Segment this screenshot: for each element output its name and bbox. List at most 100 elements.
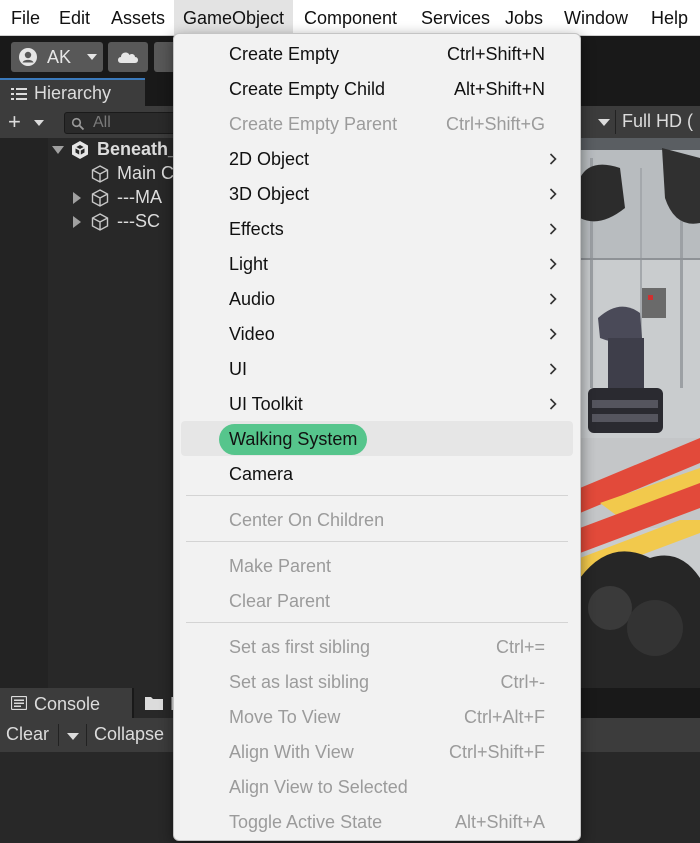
menu-item-label: Walking System	[229, 429, 358, 449]
menu-item-align-view-to-selected: Align View to Selected	[174, 769, 580, 804]
cloud-icon	[118, 52, 138, 63]
menu-item-label: Create Empty	[229, 44, 340, 64]
chevron-right-icon	[549, 258, 557, 270]
menu-jobs[interactable]: Jobs	[496, 0, 552, 36]
account-button[interactable]: AK	[11, 42, 103, 72]
menu-item-label: Effects	[229, 219, 284, 239]
menu-item-label: 2D Object	[229, 149, 310, 169]
menu-separator	[186, 541, 568, 542]
menu-item-ui[interactable]: UI	[174, 351, 580, 386]
fold-closed-icon[interactable]	[73, 216, 81, 228]
menu-item-label: 3D Object	[229, 184, 310, 204]
menu-window[interactable]: Window	[555, 0, 637, 36]
menu-item-audio[interactable]: Audio	[174, 281, 580, 316]
chevron-down-icon[interactable]	[598, 119, 610, 126]
tab-label: Console	[34, 694, 101, 714]
menu-bar: File Edit Assets GameObject Component Se…	[0, 0, 700, 36]
menu-separator	[186, 495, 568, 496]
menu-item-create-empty-parent: Create Empty Parent Ctrl+Shift+G	[174, 106, 580, 141]
chevron-down-icon[interactable]	[34, 120, 44, 126]
menu-item-label: Align View to Selected	[229, 777, 408, 797]
resolution-dropdown[interactable]: Full HD (	[622, 111, 693, 132]
menu-item-shortcut: Ctrl+=	[495, 637, 545, 657]
folder-icon	[145, 697, 163, 710]
fold-closed-icon[interactable]	[73, 192, 81, 204]
menu-item-label: Camera	[229, 464, 294, 484]
menu-item-2d-object[interactable]: 2D Object	[174, 141, 580, 176]
collapse-button[interactable]: Collapse	[94, 724, 164, 745]
cube-icon	[91, 189, 109, 207]
game-view-image	[580, 138, 700, 688]
menu-item-make-parent: Make Parent	[174, 548, 580, 583]
menu-item-label: Align With View	[229, 742, 354, 762]
chevron-right-icon	[549, 328, 557, 340]
menu-item-3d-object[interactable]: 3D Object	[174, 176, 580, 211]
menu-item-label: Light	[229, 254, 269, 274]
menu-item-shortcut: Alt+Shift+A	[454, 812, 545, 832]
menu-item-label: Set as first sibling	[229, 637, 371, 657]
menu-item-label: Clear Parent	[229, 591, 331, 611]
menu-edit[interactable]: Edit	[50, 0, 99, 36]
menu-item-move-to-view: Move To View Ctrl+Alt+F	[174, 699, 580, 734]
menu-item-shortcut: Ctrl+Alt+F	[463, 707, 545, 727]
menu-item-light[interactable]: Light	[174, 246, 580, 281]
chevron-right-icon	[549, 153, 557, 165]
menu-item-walking-system[interactable]: Walking System	[181, 421, 573, 456]
menu-services[interactable]: Services	[412, 0, 499, 36]
search-icon	[71, 117, 85, 131]
hierarchy-toolbar: + All	[0, 106, 184, 138]
account-label: AK	[47, 47, 72, 67]
item-label: Main C	[117, 163, 175, 183]
chevron-right-icon	[549, 363, 557, 375]
hierarchy-item[interactable]: ---MA	[72, 186, 180, 210]
game-view-toolbar: Full HD (	[580, 106, 700, 138]
cloud-button[interactable]	[108, 42, 148, 72]
hierarchy-search-input[interactable]: All	[64, 112, 184, 134]
menu-item-video[interactable]: Video	[174, 316, 580, 351]
plus-icon[interactable]: +	[8, 111, 21, 133]
menu-assets[interactable]: Assets	[102, 0, 174, 36]
menu-gameobject[interactable]: GameObject	[174, 0, 294, 36]
user-icon	[19, 48, 37, 66]
menu-item-center-on-children: Center On Children	[174, 502, 580, 537]
chevron-down-icon	[87, 54, 97, 60]
menu-item-label: Audio	[229, 289, 276, 309]
menu-item-shortcut: Ctrl+Shift+N	[446, 44, 545, 64]
hierarchy-gutter	[0, 138, 48, 688]
menu-file[interactable]: File	[2, 0, 49, 36]
menu-item-label: Make Parent	[229, 556, 332, 576]
menu-item-shortcut: Ctrl+Shift+F	[448, 742, 545, 762]
menu-item-align-with-view: Align With View Ctrl+Shift+F	[174, 734, 580, 769]
menu-item-create-empty[interactable]: Create Empty Ctrl+Shift+N	[174, 36, 580, 71]
fold-open-icon[interactable]	[52, 146, 64, 154]
hierarchy-scene-row[interactable]: Beneath_	[52, 138, 180, 162]
menu-item-shortcut: Ctrl+-	[500, 672, 546, 692]
menu-item-label: UI	[229, 359, 247, 379]
game-scene-image	[580, 138, 700, 688]
console-icon	[11, 696, 27, 710]
tab-label: Hierarchy	[34, 83, 112, 103]
menu-item-label: Create Empty Child	[229, 79, 386, 99]
menu-item-ui-toolkit[interactable]: UI Toolkit	[174, 386, 580, 421]
tab-hierarchy[interactable]: Hierarchy	[0, 78, 145, 106]
chevron-down-icon[interactable]	[67, 733, 79, 740]
menu-component[interactable]: Component	[295, 0, 406, 36]
hierarchy-item[interactable]: Main C	[90, 162, 180, 186]
chevron-right-icon	[549, 223, 557, 235]
menu-item-camera[interactable]: Camera	[174, 456, 580, 491]
menu-item-label: UI Toolkit	[229, 394, 303, 414]
menu-item-toggle-active-state: Toggle Active State Alt+Shift+A	[174, 804, 580, 839]
menu-item-label: Set as last sibling	[229, 672, 370, 692]
toolbar-divider	[58, 724, 59, 746]
clear-button[interactable]: Clear	[6, 724, 49, 745]
menu-help[interactable]: Help	[642, 0, 697, 36]
menu-item-create-empty-child[interactable]: Create Empty Child Alt+Shift+N	[174, 71, 580, 106]
menu-item-effects[interactable]: Effects	[174, 211, 580, 246]
chevron-right-icon	[549, 188, 557, 200]
tab-console[interactable]: Console	[0, 688, 132, 718]
list-icon	[11, 88, 27, 100]
item-label: ---MA	[117, 187, 162, 207]
menu-item-shortcut: Ctrl+Shift+G	[445, 114, 545, 134]
hierarchy-item[interactable]: ---SC	[72, 210, 180, 234]
menu-item-label: Video	[229, 324, 275, 344]
